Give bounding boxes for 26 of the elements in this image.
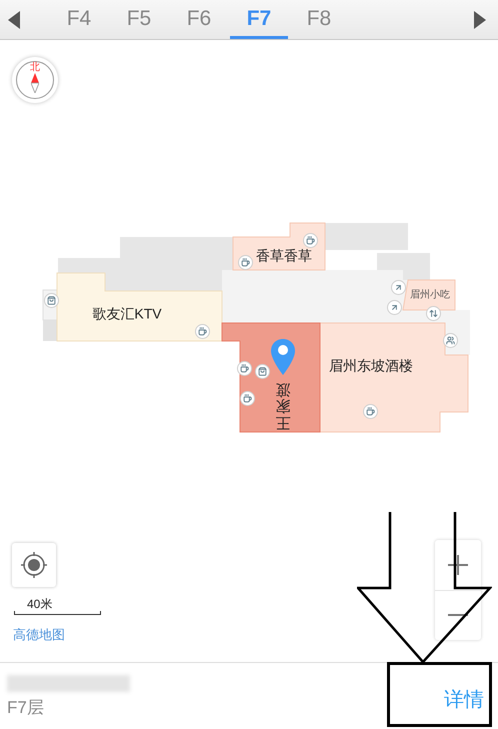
compass-needle-icon bbox=[31, 73, 39, 93]
shop-label: 香草香草 bbox=[256, 246, 312, 266]
compass-label: 北 bbox=[30, 62, 40, 73]
floor-tab[interactable]: F7 bbox=[230, 0, 288, 39]
shop-label: 眉州小吃 bbox=[410, 288, 450, 302]
shop-label: 王家渡 bbox=[276, 380, 290, 430]
location-pin-icon bbox=[270, 338, 296, 376]
left-arrow-icon[interactable] bbox=[6, 10, 22, 30]
floor-tab[interactable]: F5 bbox=[110, 0, 168, 39]
locate-icon bbox=[19, 550, 49, 580]
cup-icon bbox=[236, 360, 252, 376]
zoom-out-icon bbox=[448, 614, 468, 616]
scale-label: 40米 bbox=[26, 597, 54, 611]
right-arrow-icon[interactable] bbox=[472, 10, 488, 30]
shop-label: 歌友汇KTV bbox=[92, 304, 162, 324]
shop-area[interactable] bbox=[402, 280, 456, 310]
details-button[interactable]: 详情 bbox=[444, 685, 484, 715]
floor-tab[interactable]: F6 bbox=[170, 0, 228, 39]
floor-tab[interactable]: F8 bbox=[290, 0, 348, 39]
locate-button[interactable] bbox=[12, 543, 56, 587]
zoom-in-icon bbox=[448, 554, 468, 575]
floor-tab[interactable]: F4 bbox=[50, 0, 108, 39]
shop-label: 眉州东坡酒楼 bbox=[329, 356, 413, 376]
attribution-link[interactable]: 高德地图 bbox=[13, 625, 65, 644]
floor-label: F7层 bbox=[7, 698, 45, 718]
compass-button[interactable]: 北 bbox=[12, 57, 58, 103]
